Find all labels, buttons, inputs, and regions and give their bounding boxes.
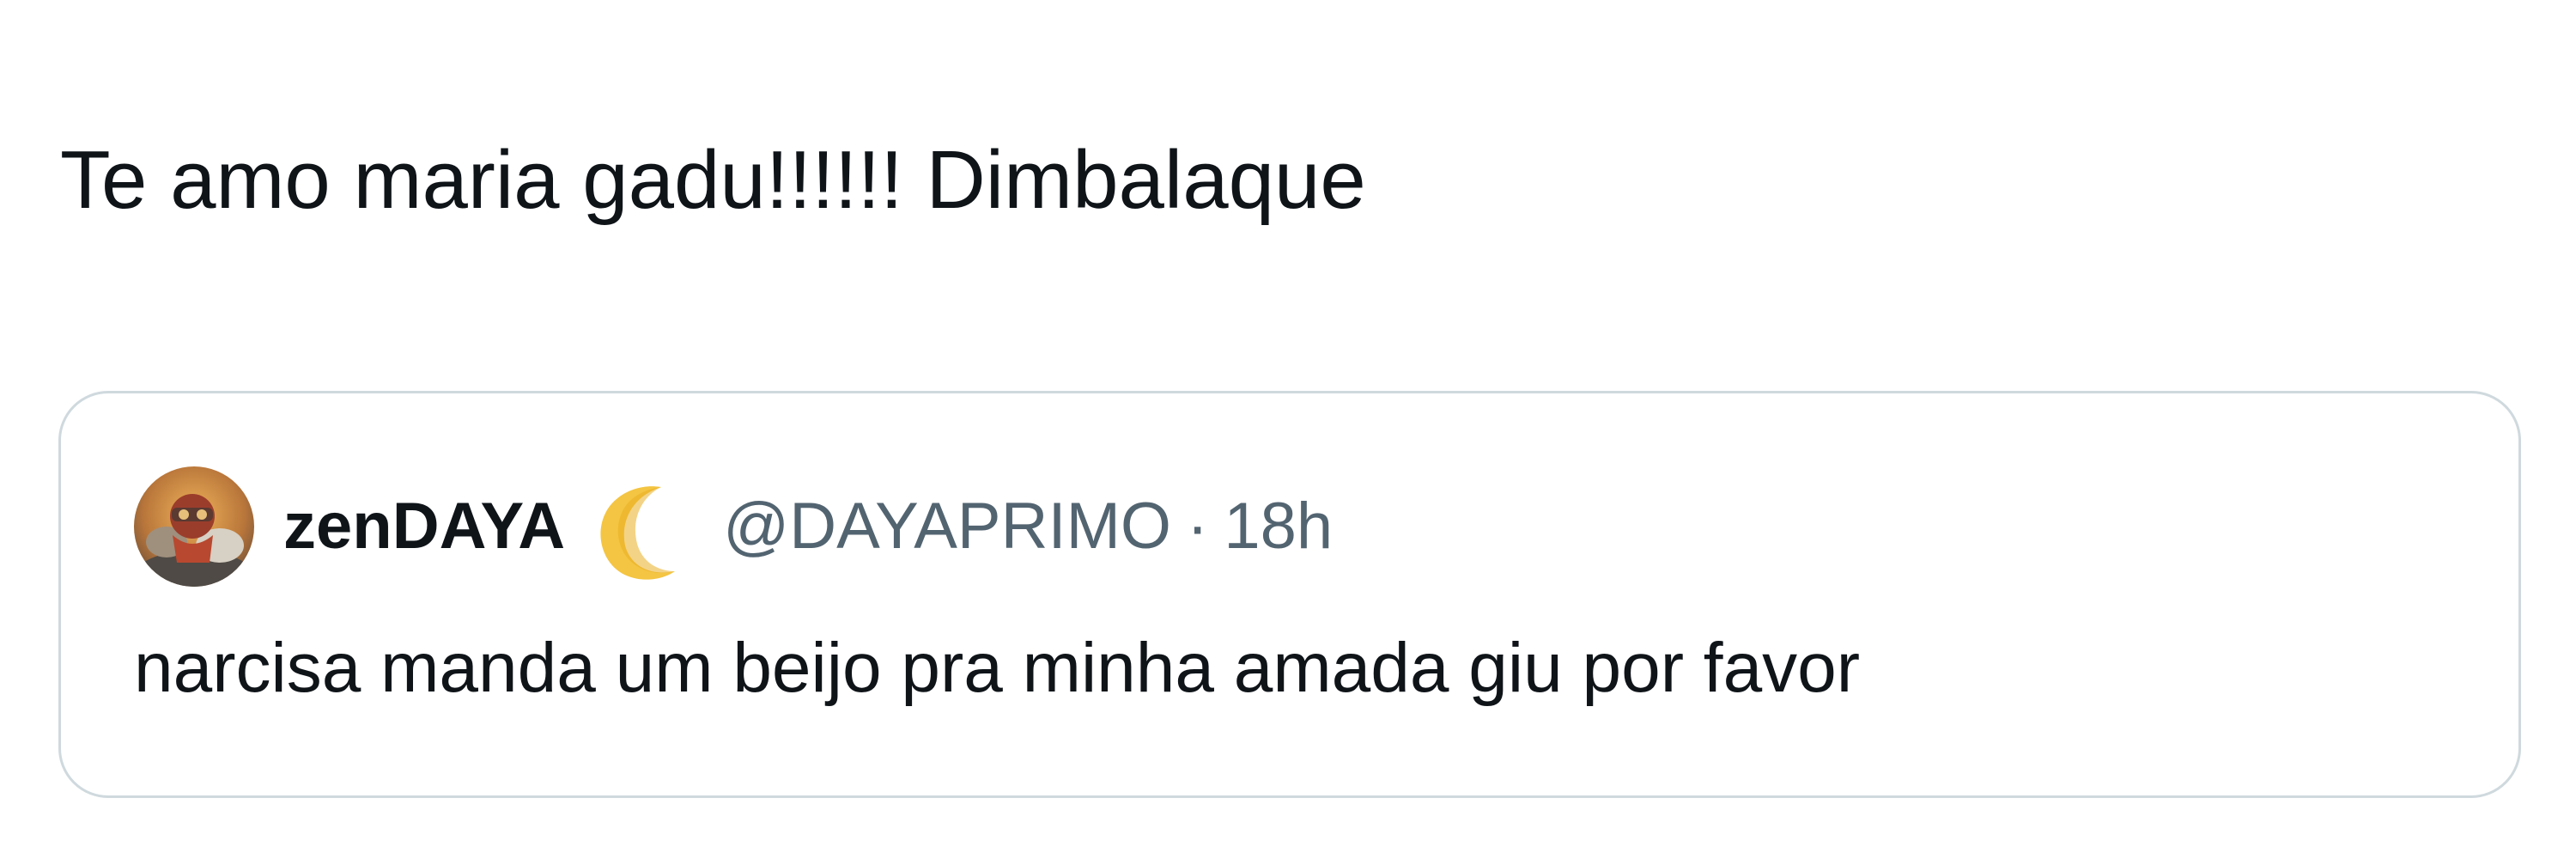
author-handle[interactable]: @DAYAPRIMO (723, 494, 1171, 559)
quoted-tweet-card[interactable]: zenDAYA @DAYAPRIMO · 18h narcisa manda u… (58, 391, 2521, 798)
avatar[interactable] (134, 466, 254, 587)
author-display-name[interactable]: zenDAYA (283, 494, 565, 559)
quoted-tweet-text: narcisa manda um beijo pra minha amada g… (134, 629, 1861, 707)
avatar-image (134, 466, 254, 587)
crescent-moon-icon (591, 482, 694, 585)
quoted-tweet-header: zenDAYA @DAYAPRIMO · 18h (134, 466, 1333, 587)
tweet-text: Te amo maria gadu!!!!!! Dimbalaque (60, 134, 1366, 226)
separator-dot: · (1187, 490, 1209, 563)
timestamp[interactable]: 18h (1224, 494, 1333, 559)
